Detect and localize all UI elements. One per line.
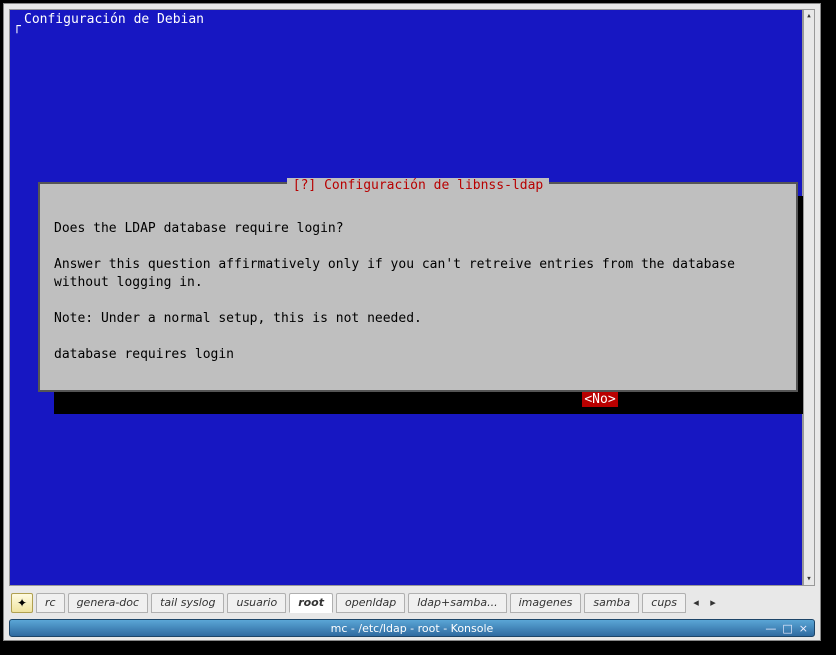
konsole-window: ┌ Configuración de Debian [?] Configurac…	[3, 3, 821, 641]
window-title: mc - /etc/ldap - root - Konsole	[10, 622, 814, 635]
maximize-button[interactable]: □	[782, 622, 792, 635]
minimize-button[interactable]: —	[765, 622, 776, 635]
dialog-title: [?] Configuración de libnss-ldap	[287, 178, 549, 193]
dialog-question: Does the LDAP database require login?	[54, 221, 344, 236]
konsole-tabbar: ✦ rcgenera-doctail syslogusuariorootopen…	[9, 590, 815, 615]
frame-corner: ┌	[13, 19, 21, 34]
debconf-header: Configuración de Debian	[24, 12, 204, 27]
window-titlebar: mc - /etc/ldap - root - Konsole — □ ×	[9, 619, 815, 637]
yes-button[interactable]: <Sí>	[220, 392, 251, 407]
dialog-help-2: Note: Under a normal setup, this is not …	[54, 311, 422, 326]
tab-ldap-samba-[interactable]: ldap+samba...	[408, 593, 506, 613]
tabs-scroll-left-icon[interactable]: ◂	[689, 593, 703, 613]
tab-rc[interactable]: rc	[36, 593, 65, 613]
tabs-scroll-right-icon[interactable]: ▸	[706, 593, 720, 613]
tab-samba[interactable]: samba	[584, 593, 639, 613]
sparkle-icon: ✦	[17, 596, 27, 610]
tab-openldap[interactable]: openldap	[336, 593, 405, 613]
tab-usuario[interactable]: usuario	[227, 593, 286, 613]
new-tab-button[interactable]: ✦	[11, 593, 33, 613]
dialog-field-label: database requires login	[54, 347, 234, 362]
dialog-buttons: <Sí> <No>	[54, 392, 782, 407]
scroll-down-icon[interactable]: ▾	[804, 573, 814, 585]
tab-root[interactable]: root	[289, 593, 333, 613]
tab-imagenes[interactable]: imagenes	[510, 593, 582, 613]
dialog-body: Does the LDAP database require login? An…	[54, 202, 782, 382]
terminal-scrollbar[interactable]: ▴ ▾	[803, 9, 815, 586]
close-button[interactable]: ×	[799, 622, 808, 635]
scroll-up-icon[interactable]: ▴	[804, 10, 814, 22]
no-button[interactable]: <No>	[582, 392, 617, 407]
tab-genera-doc[interactable]: genera-doc	[68, 593, 148, 613]
terminal-viewport: ┌ Configuración de Debian [?] Configurac…	[9, 9, 803, 586]
dialog-help-1: Answer this question affirmatively only …	[54, 257, 743, 290]
tab-tail-syslog[interactable]: tail syslog	[151, 593, 224, 613]
debconf-dialog: [?] Configuración de libnss-ldap Does th…	[38, 182, 798, 392]
tab-cups[interactable]: cups	[642, 593, 686, 613]
